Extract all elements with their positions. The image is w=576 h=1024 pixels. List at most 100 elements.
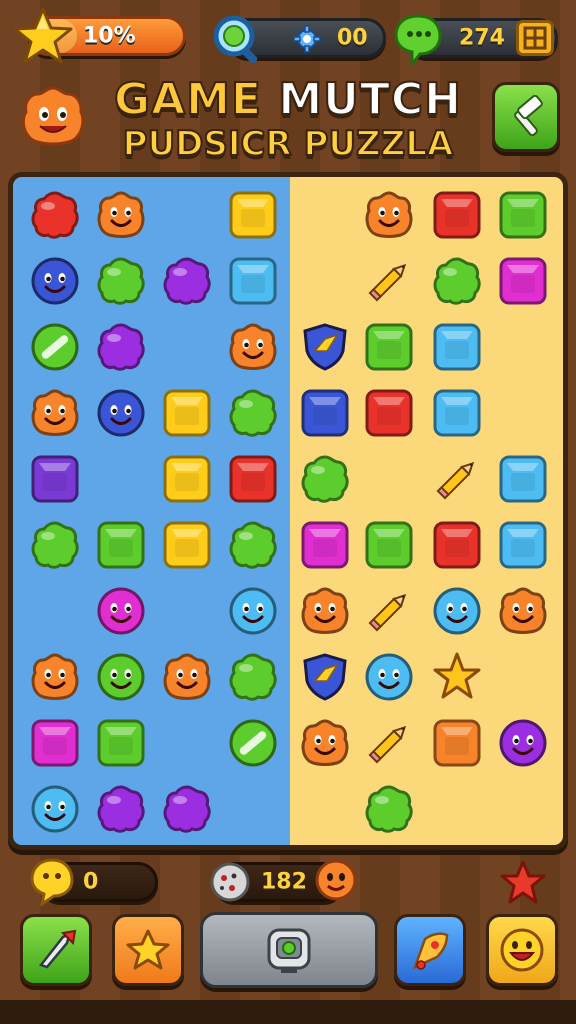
game-board[interactable]	[8, 172, 568, 850]
tile-purple-blob[interactable]	[95, 783, 147, 835]
tile-orange-face-icon[interactable]	[161, 651, 213, 703]
speech-bubble-icon	[392, 10, 444, 69]
tile-green-face-icon[interactable]	[95, 651, 147, 703]
tile-sky-gem[interactable]	[497, 519, 549, 571]
tile-green-blob[interactable]	[363, 783, 415, 835]
play-center-button[interactable]	[200, 912, 378, 988]
tile-orange-face-icon[interactable]	[299, 585, 351, 637]
tile-sky-face-icon[interactable]	[29, 783, 81, 835]
star-button[interactable]	[112, 914, 184, 986]
tile-shield-icon[interactable]	[299, 321, 351, 373]
tile-sky-gem[interactable]	[431, 321, 483, 373]
rocket-icon	[412, 932, 449, 970]
grid-menu-button[interactable]	[516, 20, 554, 56]
tile-green-blob[interactable]	[95, 255, 147, 307]
tile-pencil-sky[interactable]	[95, 453, 147, 505]
tile-red-gem[interactable]	[431, 189, 483, 241]
tile-magenta-face-icon[interactable]	[95, 585, 147, 637]
tile-pencil-purple[interactable]	[497, 387, 549, 439]
smiley-icon	[500, 928, 544, 972]
tile-violet-gem[interactable]	[29, 453, 81, 505]
tile-green-blob[interactable]	[299, 453, 351, 505]
tile-pencil-blue[interactable]	[161, 189, 213, 241]
tile-green-blob[interactable]	[431, 255, 483, 307]
red-star-icon[interactable]	[498, 858, 548, 908]
score-value: 182	[261, 869, 307, 895]
orange-face-icon	[314, 856, 358, 904]
tile-green-gem[interactable]	[95, 717, 147, 769]
tile-purple-blob[interactable]	[161, 255, 213, 307]
tile-pencil[interactable]	[431, 453, 483, 505]
tile-magenta-gem[interactable]	[299, 519, 351, 571]
moves-value: 00	[337, 25, 368, 51]
cookie-icon	[208, 860, 252, 904]
tile-green-gem[interactable]	[95, 519, 147, 571]
tile-yellow-gem[interactable]	[161, 387, 213, 439]
smiley-button[interactable]	[486, 914, 558, 986]
tile-sky-gem[interactable]	[431, 387, 483, 439]
tile-magenta-gem[interactable]	[29, 717, 81, 769]
tile-orange-face-icon[interactable]	[363, 189, 415, 241]
tile-green-gem[interactable]	[363, 519, 415, 571]
magnifier-icon[interactable]	[208, 10, 264, 66]
title-word-1: GAME	[113, 73, 263, 126]
tile-yellow-gem[interactable]	[161, 519, 213, 571]
tile-purple-blob[interactable]	[95, 321, 147, 373]
tile-pencil[interactable]	[363, 255, 415, 307]
tile-orange-gem[interactable]	[431, 717, 483, 769]
tile-sky-gem[interactable]	[497, 453, 549, 505]
tile-green-blob[interactable]	[227, 519, 279, 571]
tile-pencil-purple[interactable]	[363, 453, 415, 505]
tile-orange-face-icon[interactable]	[29, 387, 81, 439]
tile-pencil[interactable]	[363, 717, 415, 769]
tile-yellow-gem[interactable]	[161, 453, 213, 505]
bottom-strip	[0, 1000, 576, 1024]
tile-sky-face-icon[interactable]	[431, 585, 483, 637]
tile-magenta-gem[interactable]	[497, 255, 549, 307]
tile-green-gem[interactable]	[363, 321, 415, 373]
grid-icon	[523, 26, 547, 50]
tile-red-gem[interactable]	[431, 519, 483, 571]
hammer-button[interactable]	[492, 82, 560, 152]
tile-orange-face-icon[interactable]	[95, 189, 147, 241]
tile-green-orb[interactable]	[29, 321, 81, 373]
tile-green-orb[interactable]	[227, 717, 279, 769]
arrow-icon	[38, 929, 77, 969]
tile-pencil-purple[interactable]	[497, 651, 549, 703]
tile-green-blob[interactable]	[227, 387, 279, 439]
arrow-button[interactable]	[20, 914, 92, 986]
tile-sky-face-icon[interactable]	[363, 651, 415, 703]
tile-orange-face-icon[interactable]	[227, 321, 279, 373]
tile-yellow-gem[interactable]	[227, 189, 279, 241]
progress-text: 10%	[83, 23, 136, 49]
tile-blue-face-icon[interactable]	[95, 387, 147, 439]
tile-blue-gem[interactable]	[299, 387, 351, 439]
tile-star-icon[interactable]	[431, 651, 483, 703]
hammer-icon	[514, 95, 543, 137]
tile-sky-face-icon[interactable]	[227, 585, 279, 637]
tile-green-blob[interactable]	[227, 651, 279, 703]
tile-green-blob[interactable]	[29, 519, 81, 571]
tile-orange-face-icon[interactable]	[299, 717, 351, 769]
tile-green-gem[interactable]	[497, 189, 549, 241]
game-title: GAME MUTCH	[0, 73, 576, 126]
tile-purple-blob[interactable]	[161, 783, 213, 835]
tile-orange-face-icon[interactable]	[497, 585, 549, 637]
tile-pencil-orange[interactable]	[29, 585, 81, 637]
tile-sky-gem[interactable]	[227, 255, 279, 307]
tile-pencil-green[interactable]	[161, 321, 213, 373]
tile-orange-face-icon[interactable]	[29, 651, 81, 703]
tile-pencil[interactable]	[363, 585, 415, 637]
tile-pencil-red[interactable]	[161, 585, 213, 637]
tile-red-gem[interactable]	[227, 453, 279, 505]
tile-pencil-green[interactable]	[161, 717, 213, 769]
tile-red-blob[interactable]	[29, 189, 81, 241]
tile-pencil-violet[interactable]	[497, 321, 549, 373]
tile-blue-face-icon[interactable]	[29, 255, 81, 307]
tile-shield-icon[interactable]	[299, 651, 351, 703]
hint-bubble-icon	[28, 856, 76, 908]
star-icon	[126, 929, 170, 970]
tile-purple-face-icon[interactable]	[497, 717, 549, 769]
rocket-button[interactable]	[394, 914, 466, 986]
tile-red-gem[interactable]	[363, 387, 415, 439]
